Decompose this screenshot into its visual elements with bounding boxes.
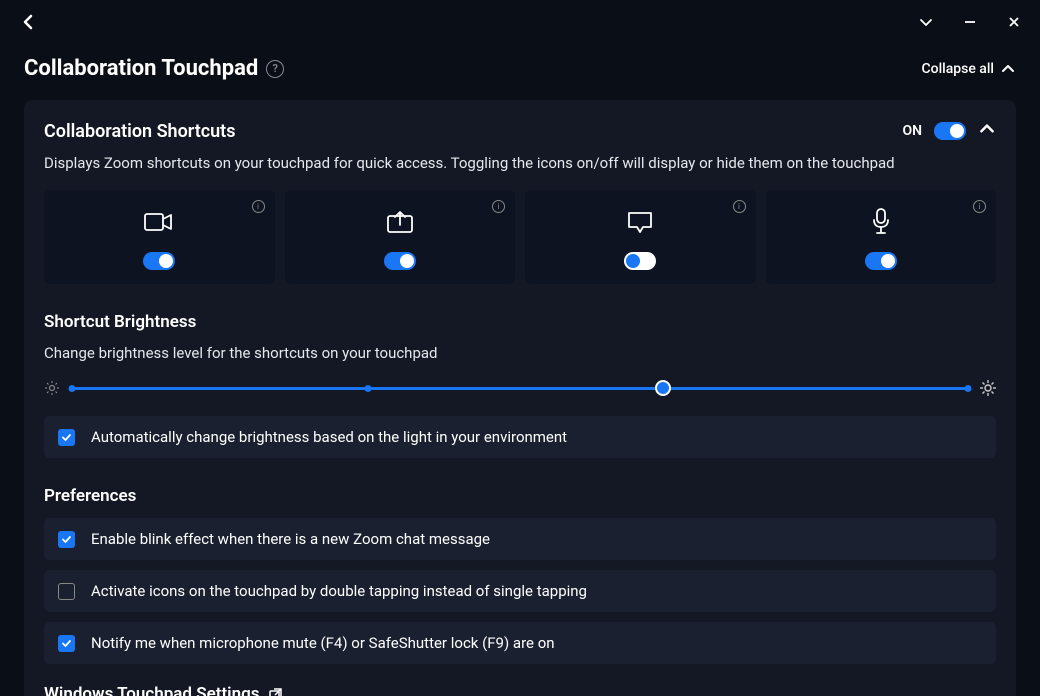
info-icon[interactable]: i: [733, 200, 746, 213]
windows-touchpad-label: Windows Touchpad Settings: [44, 684, 260, 696]
info-icon[interactable]: i: [252, 200, 265, 213]
page-title: Collaboration Touchpad ?: [24, 56, 284, 81]
brightness-title: Shortcut Brightness: [44, 312, 996, 332]
shortcut-card-camera: i: [44, 190, 275, 284]
chat-toggle[interactable]: [624, 252, 656, 270]
external-link-icon: [268, 687, 283, 696]
auto-brightness-checkbox[interactable]: [58, 429, 75, 446]
back-button[interactable]: [16, 10, 40, 34]
brightness-high-icon: [980, 380, 996, 396]
info-icon[interactable]: i: [492, 200, 505, 213]
panel-collapse-button[interactable]: [978, 120, 996, 142]
preferences-title: Preferences: [44, 486, 996, 506]
pref-notify-label: Notify me when microphone mute (F4) or S…: [91, 634, 555, 652]
chat-icon: [627, 208, 653, 236]
brightness-slider[interactable]: [72, 378, 968, 398]
pref-doubletap-checkbox[interactable]: [58, 583, 75, 600]
shortcuts-description: Displays Zoom shortcuts on your touchpad…: [44, 154, 996, 172]
brightness-slider-thumb[interactable]: [655, 380, 671, 396]
master-toggle-label: ON: [902, 123, 922, 139]
pref-doubletap-label: Activate icons on the touchpad by double…: [91, 582, 587, 600]
camera-toggle[interactable]: [143, 252, 175, 270]
collaboration-shortcuts-panel: Collaboration Shortcuts ON Displays Zoom…: [24, 100, 1016, 696]
titlebar: [0, 0, 1040, 44]
pref-blink-checkbox[interactable]: [58, 531, 75, 548]
help-icon[interactable]: ?: [266, 60, 284, 78]
auto-brightness-label: Automatically change brightness based on…: [91, 428, 567, 446]
dropdown-button[interactable]: [916, 12, 936, 32]
pref-blink-row[interactable]: Enable blink effect when there is a new …: [44, 518, 996, 560]
windows-touchpad-link[interactable]: Windows Touchpad Settings: [44, 684, 996, 696]
page-header: Collaboration Touchpad ? Collapse all: [0, 44, 1040, 89]
pref-notify-checkbox[interactable]: [58, 635, 75, 652]
chevron-up-icon: [1000, 61, 1016, 77]
shortcut-card-share: i: [285, 190, 516, 284]
share-screen-icon: [386, 208, 414, 236]
page-title-text: Collaboration Touchpad: [24, 56, 258, 81]
brightness-description: Change brightness level for the shortcut…: [44, 344, 996, 362]
auto-brightness-row[interactable]: Automatically change brightness based on…: [44, 416, 996, 458]
shortcut-card-microphone: i: [766, 190, 997, 284]
share-toggle[interactable]: [384, 252, 416, 270]
camera-icon: [144, 208, 174, 236]
pref-blink-label: Enable blink effect when there is a new …: [91, 530, 490, 548]
pref-notify-row[interactable]: Notify me when microphone mute (F4) or S…: [44, 622, 996, 664]
main-scroll[interactable]: Collaboration Shortcuts ON Displays Zoom…: [24, 100, 1024, 696]
microphone-toggle[interactable]: [865, 252, 897, 270]
collapse-all-button[interactable]: Collapse all: [921, 61, 1016, 77]
pref-doubletap-row[interactable]: Activate icons on the touchpad by double…: [44, 570, 996, 612]
info-icon[interactable]: i: [973, 200, 986, 213]
shortcut-cards: i i i: [44, 190, 996, 284]
shortcuts-panel-title: Collaboration Shortcuts: [44, 121, 235, 142]
minimize-button[interactable]: [960, 12, 980, 32]
close-button[interactable]: [1004, 12, 1024, 32]
brightness-low-icon: [44, 380, 60, 396]
microphone-icon: [871, 208, 891, 236]
shortcut-card-chat: i: [525, 190, 756, 284]
brightness-slider-row: [44, 378, 996, 398]
master-toggle[interactable]: [934, 122, 966, 140]
collapse-all-label: Collapse all: [921, 61, 994, 77]
